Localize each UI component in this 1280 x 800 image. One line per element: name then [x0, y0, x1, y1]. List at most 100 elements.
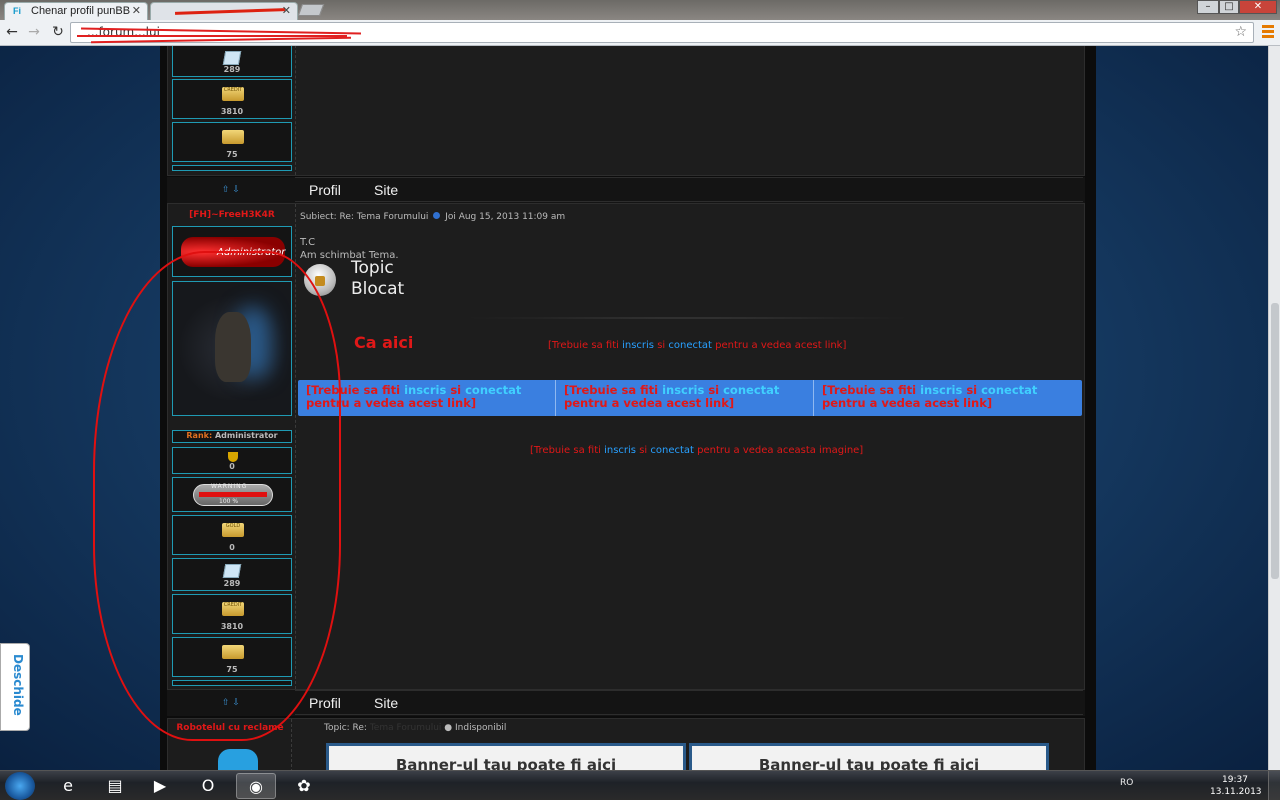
inscris-link[interactable]: inscris [604, 445, 636, 456]
table-cell: [Trebuie sa fiti inscris si conectat pen… [556, 380, 814, 416]
tab-chenar-profil[interactable]: Fi Chenar profil punBB ✕ [4, 2, 148, 20]
opera-icon[interactable]: O [188, 773, 228, 799]
reload-icon[interactable]: ↻ [50, 24, 66, 40]
notice-text: [Trebuie sa fiti [306, 383, 405, 397]
page-scrollbar[interactable] [1268, 46, 1280, 770]
gold-card-icon: GOLD [222, 523, 244, 537]
scroll-arrows-icon[interactable]: ⇧ ⇩ [167, 185, 295, 195]
conectat-link[interactable]: conectat [650, 445, 694, 456]
divider [458, 317, 918, 319]
post-actions: Profil Site [295, 690, 1083, 715]
inscris-link[interactable]: inscris [920, 383, 962, 397]
profil-link[interactable]: Profil [309, 182, 341, 198]
maximize-button[interactable]: □ [1219, 0, 1239, 14]
robot-sidebar: Robotelul cu reclame [168, 719, 292, 770]
coin-card-icon [222, 130, 244, 144]
close-tab-icon[interactable]: ✕ [282, 3, 291, 19]
post-author[interactable]: [FH]~FreeH3K4R [168, 210, 296, 220]
reputation-stat: 75 [172, 122, 292, 162]
credit-card-icon: CREDIT [222, 87, 244, 101]
back-arrow-icon[interactable]: ← [4, 24, 20, 40]
posts-container: 289 CREDIT 3810 75 ⇧ ⇩ Profil Site [FH]~… [167, 46, 1085, 770]
hidden-image-notice: [Trebuie sa fiti inscris si conectat pen… [530, 445, 863, 456]
scroll-thumb[interactable] [1271, 303, 1279, 579]
pen-icon [222, 51, 242, 65]
chrome-icon[interactable]: ◉ [236, 773, 276, 799]
media-player-icon[interactable]: ▶ [140, 773, 180, 799]
sidebar-cap [172, 680, 292, 686]
deschide-widget[interactable]: Deschide [0, 643, 30, 731]
show-desktop-button[interactable] [1268, 771, 1280, 800]
inscris-link[interactable]: inscris [662, 383, 704, 397]
notice-text: [Trebuie sa fiti [548, 340, 623, 351]
forum-favicon-icon: Fi [13, 6, 21, 16]
notice-text: pentru a vedea acest link] [822, 396, 993, 410]
close-tab-icon[interactable]: ✕ [132, 3, 141, 19]
internet-explorer-icon[interactable]: e [48, 773, 88, 799]
topic-word: Topic [351, 258, 394, 278]
rank-label: Rank: [186, 431, 213, 440]
app-icon[interactable]: ✿ [284, 773, 324, 799]
notice-text: si [704, 383, 724, 397]
tab-redacted[interactable]: ✕ [150, 2, 298, 20]
topic-line: Topic: Re: Tema Forumului ● Indisponibil [324, 723, 506, 733]
new-tab-button[interactable] [297, 4, 325, 16]
conectat-link[interactable]: conectat [465, 383, 521, 397]
stat-value: 3810 [220, 622, 244, 631]
messages-stat: 289 [172, 558, 292, 591]
stat-value: 0 [229, 543, 235, 552]
page-viewport: 289 CREDIT 3810 75 ⇧ ⇩ Profil Site [FH]~… [0, 46, 1268, 770]
conectat-link[interactable]: conectat [723, 383, 779, 397]
scroll-arrows-icon[interactable]: ⇧ ⇩ [167, 698, 295, 708]
start-orb-icon[interactable] [5, 772, 35, 800]
banner-slot[interactable]: Banner-ul tau poate fi aici [689, 743, 1049, 770]
site-link[interactable]: Site [374, 695, 398, 711]
conectat-link[interactable]: conectat [668, 340, 712, 351]
ad-post: Robotelul cu reclame Topic: Re: Tema For… [167, 718, 1085, 770]
taskbar-clock[interactable]: 19:37 13.11.2013 [1210, 774, 1262, 798]
profile-sidebar: 289 CREDIT 3810 75 [168, 46, 296, 175]
robot-icon [218, 749, 258, 770]
browser-chrome: Fi Chenar profil punBB ✕ ✕ – □ ✕ ← → ↻ .… [0, 0, 1280, 46]
trophy-stat: 0 [172, 447, 292, 474]
post-bar-row: ⇧ ⇩ Profil Site [167, 177, 1085, 203]
topic-link[interactable]: Tema Forumului [370, 723, 442, 733]
pen-icon [222, 564, 242, 578]
inscris-link[interactable]: inscris [404, 383, 446, 397]
warning-meter: WARNING 100 % [172, 477, 292, 512]
minimize-button[interactable]: – [1197, 0, 1219, 14]
file-explorer-icon[interactable]: ▤ [95, 773, 135, 799]
reputation-stat: 75 [172, 637, 292, 677]
table-cell: [Trebuie sa fiti inscris si conectat pen… [298, 380, 556, 416]
tab-strip: Fi Chenar profil punBB ✕ ✕ – □ ✕ [0, 0, 1280, 20]
tab-label: Chenar profil punBB [31, 5, 131, 17]
address-bar[interactable]: ...forum...lui ☆ [70, 22, 1254, 44]
forward-arrow-icon[interactable]: → [26, 24, 42, 40]
post-subject: Subiect: Re: Tema Forumului Joi Aug 15, … [300, 212, 565, 222]
status-dot-icon: ● [444, 723, 453, 733]
conectat-link[interactable]: conectat [981, 383, 1037, 397]
credit-stat: CREDIT 3810 [172, 79, 292, 119]
post-bar-row: ⇧ ⇩ Profil Site [167, 690, 1085, 716]
deschide-label: Deschide [11, 654, 25, 716]
avatar [172, 281, 292, 416]
rank-value: Administrator [214, 431, 278, 440]
badge-label: Administrator [217, 247, 286, 258]
profil-link[interactable]: Profil [309, 695, 341, 711]
notice-text: si [636, 445, 651, 456]
stat-value: 289 [223, 65, 241, 74]
bookmark-star-icon[interactable]: ☆ [1234, 24, 1247, 40]
notice-text: pentru a vedea acest link] [564, 396, 735, 410]
tray-lang[interactable]: RO [1120, 778, 1133, 788]
notice-text: pentru a vedea acest link] [711, 340, 847, 351]
chrome-menu-icon[interactable] [1262, 25, 1274, 38]
notice-text: si [446, 383, 466, 397]
post-actions: Profil Site [295, 177, 1083, 202]
notice-text: pentru a vedea acest link] [306, 396, 477, 410]
close-window-button[interactable]: ✕ [1239, 0, 1277, 14]
banner-slot[interactable]: Banner-ul tau poate fi aici [326, 743, 686, 770]
clock-time: 19:37 [1222, 775, 1248, 785]
inscris-link[interactable]: inscris [622, 340, 654, 351]
site-link[interactable]: Site [374, 182, 398, 198]
table-cell: [Trebuie sa fiti inscris si conectat pen… [814, 380, 1082, 416]
